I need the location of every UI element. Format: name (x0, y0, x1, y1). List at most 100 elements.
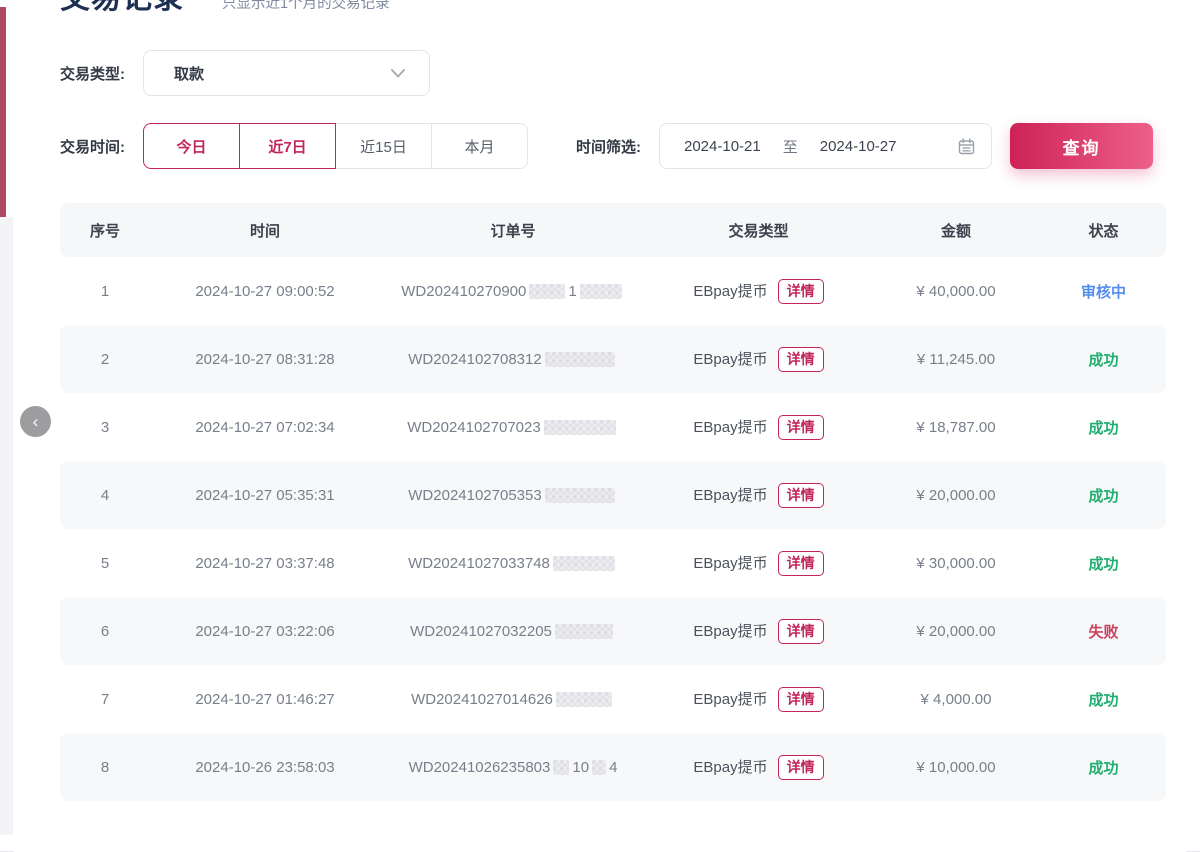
column-header-3: 交易类型 (646, 220, 871, 241)
transaction-type-label: EBpay提币 (693, 759, 767, 776)
type-filter-row: 交易类型: 取款 (60, 50, 1166, 96)
detail-button[interactable]: 详情 (778, 347, 824, 372)
transaction-amount: ¥ 10,000.00 (871, 759, 1041, 776)
column-header-5: 状态 (1041, 220, 1166, 241)
transaction-time: 2024-10-27 08:31:28 (150, 351, 380, 368)
transaction-amount: ¥ 18,787.00 (871, 419, 1041, 436)
row-number: 1 (60, 283, 150, 300)
transaction-amount: ¥ 4,000.00 (871, 691, 1041, 708)
order-number: WD20241027014626 (380, 691, 646, 708)
quick-range-group: 今日近7日近15日本月 (143, 123, 528, 169)
order-number: WD20241026235803104 (380, 759, 646, 776)
table-row: 1 2024-10-27 09:00:52 WD2024102709001 EB… (60, 257, 1166, 325)
transaction-amount: ¥ 40,000.00 (871, 283, 1041, 300)
transaction-type-label: EBpay提币 (693, 623, 767, 640)
transaction-time: 2024-10-27 07:02:34 (150, 419, 380, 436)
time-filter-label: 交易时间: (60, 136, 125, 157)
transaction-time: 2024-10-27 03:37:48 (150, 555, 380, 572)
detail-button[interactable]: 详情 (778, 551, 824, 576)
date-from-value[interactable]: 2024-10-21 (684, 138, 761, 155)
transaction-type-label: EBpay提币 (693, 691, 767, 708)
order-number: WD20241027033748 (380, 555, 646, 572)
table-row: 6 2024-10-27 03:22:06 WD20241027032205 E… (60, 597, 1166, 665)
row-number: 7 (60, 691, 150, 708)
chevron-left-icon: ‹ (20, 407, 51, 436)
order-number: WD20241027032205 (380, 623, 646, 640)
detail-button[interactable]: 详情 (778, 415, 824, 440)
detail-button[interactable]: 详情 (778, 755, 824, 780)
row-number: 4 (60, 487, 150, 504)
transaction-type-label: EBpay提币 (693, 351, 767, 368)
transaction-type: EBpay提币详情 (646, 755, 871, 780)
order-number: WD2024102707023 (380, 419, 646, 436)
censored-order-segment (553, 556, 615, 571)
order-number: WD2024102709001 (380, 283, 646, 300)
censored-order-segment (580, 284, 622, 299)
transaction-type: EBpay提币详情 (646, 551, 871, 576)
transaction-type-label: EBpay提币 (693, 555, 767, 572)
transaction-type: EBpay提币详情 (646, 415, 871, 440)
transaction-time: 2024-10-27 09:00:52 (150, 283, 380, 300)
row-number: 5 (60, 555, 150, 572)
time-filter-row: 交易时间: 今日近7日近15日本月 时间筛选: 2024-10-21 至 202… (60, 123, 1166, 169)
table-row: 7 2024-10-27 01:46:27 WD20241027014626 E… (60, 665, 1166, 733)
type-filter-label: 交易类型: (60, 63, 125, 84)
transaction-records-page: ‹ 交易记录 只显示近1个月的交易记录 交易类型: 取款 交易时间: 今日近7日… (0, 0, 1200, 852)
table-row: 4 2024-10-27 05:35:31 WD2024102705353 EB… (60, 461, 1166, 529)
censored-order-segment (553, 760, 569, 775)
quick-range-button-3[interactable]: 本月 (431, 123, 528, 169)
detail-button[interactable]: 详情 (778, 483, 824, 508)
column-header-0: 序号 (60, 220, 150, 241)
table-row: 5 2024-10-27 03:37:48 WD20241027033748 E… (60, 529, 1166, 597)
transaction-time: 2024-10-27 03:22:06 (150, 623, 380, 640)
transaction-type-label: EBpay提币 (693, 419, 767, 436)
detail-button[interactable]: 详情 (778, 279, 824, 304)
transaction-type-label: EBpay提币 (693, 487, 767, 504)
quick-range-button-0[interactable]: 今日 (143, 123, 240, 169)
column-header-4: 金额 (871, 220, 1041, 241)
quick-range-button-1[interactable]: 近7日 (239, 123, 336, 169)
censored-order-segment (544, 420, 616, 435)
quick-range-button-2[interactable]: 近15日 (335, 123, 432, 169)
transaction-amount: ¥ 30,000.00 (871, 555, 1041, 572)
transaction-type: EBpay提币详情 (646, 279, 871, 304)
transactions-table: 序号时间订单号交易类型金额状态 1 2024-10-27 09:00:52 WD… (60, 203, 1166, 801)
transaction-amount: ¥ 11,245.00 (871, 351, 1041, 368)
table-row: 2 2024-10-27 08:31:28 WD2024102708312 EB… (60, 325, 1166, 393)
censored-order-segment (545, 352, 615, 367)
status-badge: 成功 (1041, 757, 1166, 778)
censored-order-segment (592, 760, 606, 775)
order-number: WD2024102708312 (380, 351, 646, 368)
selected-transaction-type: 取款 (174, 63, 391, 84)
chevron-down-icon (391, 69, 405, 78)
order-number: WD2024102705353 (380, 487, 646, 504)
table-body: 1 2024-10-27 09:00:52 WD2024102709001 EB… (60, 257, 1166, 801)
page-title: 交易记录 (60, 0, 184, 18)
date-to-value[interactable]: 2024-10-27 (820, 138, 897, 155)
search-button[interactable]: 查询 (1010, 123, 1153, 169)
status-badge: 成功 (1041, 417, 1166, 438)
transaction-amount: ¥ 20,000.00 (871, 623, 1041, 640)
status-badge: 失败 (1041, 621, 1166, 642)
transaction-type: EBpay提币详情 (646, 687, 871, 712)
transaction-time: 2024-10-27 01:46:27 (150, 691, 380, 708)
censored-order-segment (529, 284, 565, 299)
transaction-time: 2024-10-26 23:58:03 (150, 759, 380, 776)
column-header-1: 时间 (150, 220, 380, 241)
row-number: 6 (60, 623, 150, 640)
transaction-time: 2024-10-27 05:35:31 (150, 487, 380, 504)
transaction-amount: ¥ 20,000.00 (871, 487, 1041, 504)
table-row: 3 2024-10-27 07:02:34 WD2024102707023 EB… (60, 393, 1166, 461)
status-badge: 成功 (1041, 553, 1166, 574)
detail-button[interactable]: 详情 (778, 619, 824, 644)
transaction-type-select[interactable]: 取款 (143, 50, 430, 96)
calendar-icon[interactable] (958, 138, 975, 155)
content-card: 交易记录 只显示近1个月的交易记录 交易类型: 取款 交易时间: 今日近7日近1… (14, 0, 1186, 852)
page-subtitle: 只显示近1个月的交易记录 (222, 0, 390, 13)
table-row: 8 2024-10-26 23:58:03 WD2024102623580310… (60, 733, 1166, 801)
detail-button[interactable]: 详情 (778, 687, 824, 712)
date-range-picker[interactable]: 2024-10-21 至 2024-10-27 (659, 123, 992, 169)
censored-order-segment (555, 624, 613, 639)
status-badge: 成功 (1041, 349, 1166, 370)
sidebar-collapse-button[interactable]: ‹ (20, 406, 51, 437)
